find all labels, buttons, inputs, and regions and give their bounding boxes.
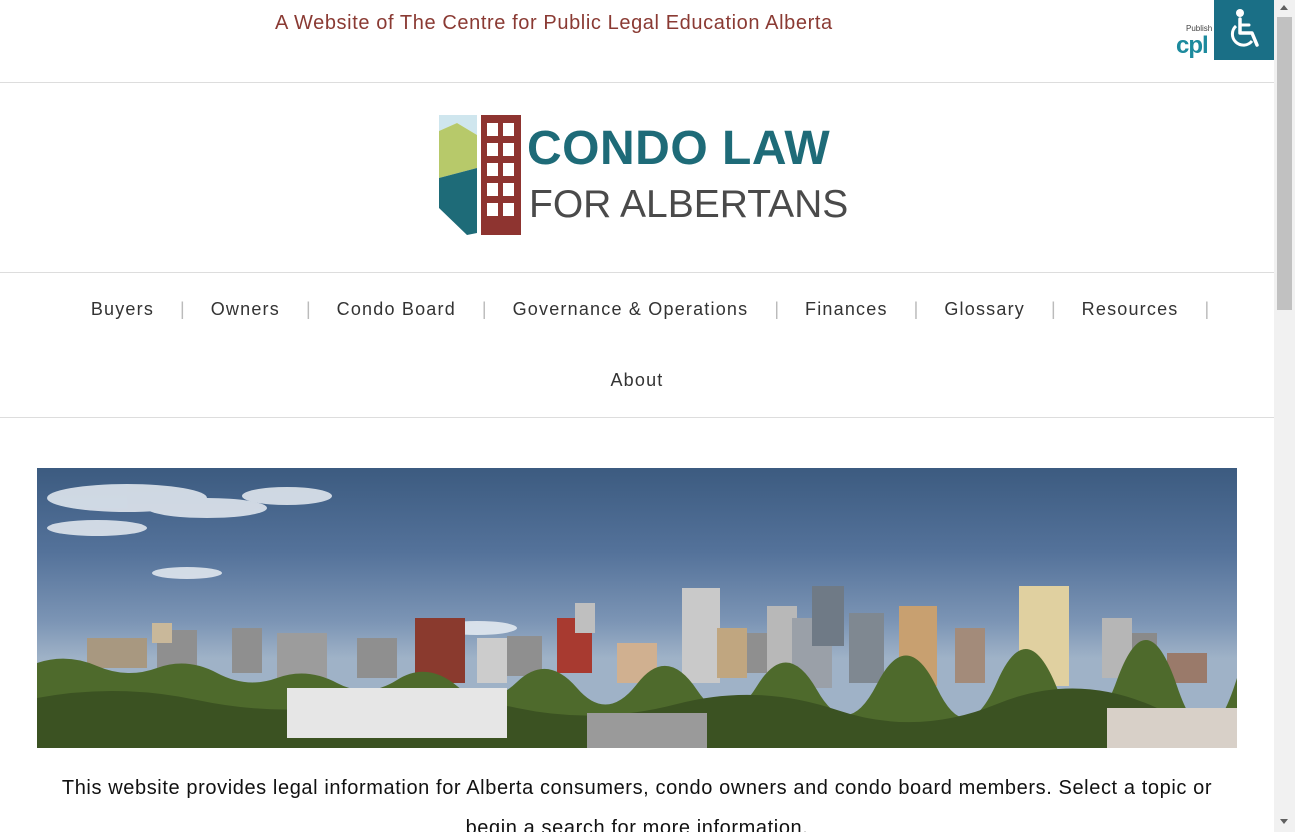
- top-bar: A Website of The Centre for Public Legal…: [0, 0, 1274, 83]
- logo-title: CONDO LAW: [527, 122, 831, 175]
- nav-row: About: [0, 370, 1274, 391]
- site-tagline: A Website of The Centre for Public Legal…: [275, 12, 833, 34]
- publisher-logo-text: cpl: [1176, 32, 1209, 59]
- publisher-logo[interactable]: Publish cpl: [1176, 22, 1216, 62]
- nav-item-finances[interactable]: Finances: [779, 299, 914, 320]
- condo-building-icon: [439, 115, 521, 235]
- nav-item-resources[interactable]: Resources: [1056, 299, 1205, 320]
- nav-row: Buyers | Owners | Condo Board | Governan…: [0, 299, 1274, 320]
- nav-item-buyers[interactable]: Buyers: [65, 299, 180, 320]
- intro-text: This website provides legal information …: [61, 777, 1213, 832]
- scroll-thumb[interactable]: [1277, 17, 1292, 310]
- nav-separator: |: [1204, 299, 1210, 319]
- logo-area: CONDO LAW FOR ALBERTANS: [0, 83, 1274, 273]
- logo-subtitle: FOR ALBERTANS: [529, 183, 849, 226]
- hero-skyline-image: [37, 468, 1237, 748]
- nav-item-about[interactable]: About: [584, 370, 689, 390]
- page-scrollbar[interactable]: [1274, 0, 1295, 832]
- nav-item-owners[interactable]: Owners: [185, 299, 306, 320]
- site-logo[interactable]: CONDO LAW FOR ALBERTANS: [437, 113, 848, 238]
- scroll-down-arrow-icon[interactable]: [1280, 819, 1288, 824]
- wheelchair-icon: [1230, 9, 1259, 47]
- nav-item-governance-operations[interactable]: Governance & Operations: [487, 299, 775, 320]
- main-nav: Buyers | Owners | Condo Board | Governan…: [0, 273, 1274, 418]
- scroll-up-arrow-icon[interactable]: [1280, 5, 1288, 10]
- accessibility-button[interactable]: [1214, 0, 1274, 60]
- nav-item-condo-board[interactable]: Condo Board: [311, 299, 482, 320]
- nav-item-glossary[interactable]: Glossary: [918, 299, 1051, 320]
